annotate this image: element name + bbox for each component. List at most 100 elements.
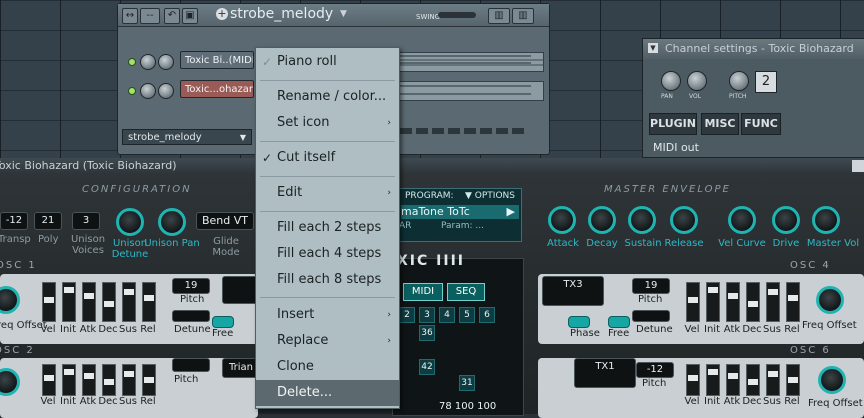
pattern-select[interactable]: strobe_melody ▼: [122, 129, 252, 145]
pitch-knob[interactable]: [729, 71, 749, 91]
menu-item-fill-2-steps[interactable]: Fill each 2 steps: [256, 215, 399, 241]
close-icon[interactable]: [852, 160, 864, 172]
channel-volume-knob[interactable]: [158, 54, 174, 70]
osc1-dec-fader[interactable]: [102, 282, 116, 322]
tab-misc[interactable]: MISC: [701, 113, 739, 135]
drive-knob[interactable]: [772, 206, 800, 234]
decay-knob[interactable]: [588, 206, 616, 234]
osc4-vel-fader[interactable]: [686, 282, 700, 322]
seq-cell[interactable]: 42: [419, 359, 435, 375]
osc1-detune-value[interactable]: [172, 310, 210, 322]
tab-seq[interactable]: SEQ: [447, 283, 485, 301]
osc4-pitch-value[interactable]: 19: [632, 278, 670, 294]
tab-plugin[interactable]: PLUGIN: [649, 113, 697, 135]
sustain-knob[interactable]: [628, 206, 656, 234]
menu-item-clone[interactable]: Clone: [256, 354, 399, 380]
channel-button[interactable]: Toxic...ohazard: [180, 80, 254, 98]
osc1-free-toggle[interactable]: [212, 316, 234, 328]
menu-item-delete[interactable]: Delete...: [256, 380, 399, 406]
options-button[interactable]: ▼ OPTIONS: [465, 191, 515, 201]
osc6-init-fader[interactable]: [706, 364, 720, 396]
master-vol-knob[interactable]: [812, 206, 840, 234]
menu-item-edit[interactable]: Edit ›: [256, 180, 399, 206]
channel-active-led[interactable]: [128, 87, 136, 95]
unison-pan-knob[interactable]: [158, 208, 186, 236]
osc2-pitch-value[interactable]: [172, 358, 210, 372]
osc1-freq-offset-knob[interactable]: [0, 286, 20, 314]
pattern-dropdown-icon[interactable]: ▼: [340, 9, 347, 19]
back-icon[interactable]: ↶: [164, 8, 180, 24]
osc4-freq-offset-knob[interactable]: [816, 286, 844, 314]
seq-cell[interactable]: 36: [419, 325, 435, 341]
plugin-titlebar[interactable]: Toxic Biohazard (Toxic Biohazard): [0, 158, 864, 174]
tab-midi[interactable]: MIDI: [403, 283, 443, 301]
menu-item-insert[interactable]: Insert ›: [256, 302, 399, 328]
add-pattern-icon[interactable]: +: [216, 8, 228, 20]
osc6-rel-fader[interactable]: [786, 364, 800, 396]
osc4-wave-display[interactable]: TX3: [542, 276, 604, 306]
osc2-rel-fader[interactable]: [142, 364, 156, 396]
osc2-sus-fader[interactable]: [122, 364, 136, 396]
osc4-dec-fader[interactable]: [746, 282, 760, 322]
osc6-dec-fader[interactable]: [746, 364, 760, 396]
menu-item-fill-8-steps[interactable]: Fill each 8 steps: [256, 267, 399, 293]
seq-cell[interactable]: 31: [459, 375, 475, 391]
keyboard-icon[interactable]: ▥: [512, 8, 534, 24]
menu-item-set-icon[interactable]: Set icon ›: [256, 110, 399, 136]
osc2-atk-fader[interactable]: [82, 364, 96, 396]
osc1-init-fader[interactable]: [62, 282, 76, 322]
channel-button[interactable]: Toxic Bi..(MIDI): [180, 51, 254, 69]
osc2-freq-offset-knob[interactable]: [0, 368, 20, 396]
channel-settings-titlebar[interactable]: ▼ Channel settings - Toxic Biohazard: [643, 39, 864, 59]
osc4-init-fader[interactable]: [706, 282, 720, 322]
osc1-vel-fader[interactable]: [42, 282, 56, 322]
pattern-name[interactable]: strobe_melody: [230, 6, 333, 22]
osc1-atk-fader[interactable]: [82, 282, 96, 322]
menu-item-fill-4-steps[interactable]: Fill each 4 steps: [256, 241, 399, 267]
osc6-wave-display[interactable]: TX1: [574, 358, 636, 388]
volume-knob[interactable]: [687, 71, 707, 91]
osc4-sus-fader[interactable]: [766, 282, 780, 322]
swing-slider[interactable]: [438, 12, 476, 18]
channel-rack-titlebar[interactable]: ↔ -- ↶ ▣ + strobe_melody ▼ SWING ▥ ▥: [118, 4, 549, 27]
osc4-phase-toggle[interactable]: [568, 316, 590, 328]
attack-knob[interactable]: [548, 206, 576, 234]
menu-item-piano-roll[interactable]: ✓ Piano roll: [256, 49, 399, 75]
osc4-free-toggle[interactable]: [608, 316, 630, 328]
release-knob[interactable]: [670, 206, 698, 234]
glide-mode-value[interactable]: Bend VT: [196, 212, 254, 230]
osc4-atk-fader[interactable]: [726, 282, 740, 322]
osc6-pitch-value[interactable]: -12: [636, 362, 674, 378]
osc1-rel-fader[interactable]: [142, 282, 156, 322]
window-menu-icon[interactable]: ▼: [648, 43, 658, 53]
osc2-vel-fader[interactable]: [42, 364, 56, 396]
channel-pan-knob[interactable]: [140, 54, 156, 70]
channel-active-led[interactable]: [128, 58, 136, 66]
osc4-rel-fader[interactable]: [786, 282, 800, 322]
channel-number[interactable]: 2: [755, 71, 777, 93]
grid-view-icon[interactable]: --: [140, 8, 160, 24]
resize-icon[interactable]: ↔: [122, 8, 138, 24]
channel-pan-knob[interactable]: [140, 83, 156, 99]
osc6-atk-fader[interactable]: [726, 364, 740, 396]
osc2-dec-fader[interactable]: [102, 364, 116, 396]
osc1-sus-fader[interactable]: [122, 282, 136, 322]
osc1-pitch-value[interactable]: 19: [172, 278, 210, 294]
osc4-detune-value[interactable]: [632, 310, 670, 322]
vel-curve-knob[interactable]: [728, 206, 756, 234]
osc6-freq-offset-knob[interactable]: [818, 366, 846, 394]
program-name[interactable]: maTone ToTc ▶: [401, 205, 519, 219]
osc2-init-fader[interactable]: [62, 364, 76, 396]
menu-item-rename-color[interactable]: Rename / color...: [256, 84, 399, 110]
polyphony-value[interactable]: 21: [34, 212, 62, 230]
menu-item-cut-itself[interactable]: ✓ Cut itself: [256, 145, 399, 171]
group-icon[interactable]: ▣: [182, 8, 198, 24]
piano-icon[interactable]: ▥: [488, 8, 510, 24]
unison-detune-knob[interactable]: [116, 208, 144, 236]
pan-knob[interactable]: [661, 71, 681, 91]
osc6-vel-fader[interactable]: [686, 364, 700, 396]
channel-volume-knob[interactable]: [158, 83, 174, 99]
menu-item-replace[interactable]: Replace ›: [256, 328, 399, 354]
next-program-icon[interactable]: ▶: [507, 205, 515, 219]
transpose-value[interactable]: -12: [0, 212, 28, 230]
